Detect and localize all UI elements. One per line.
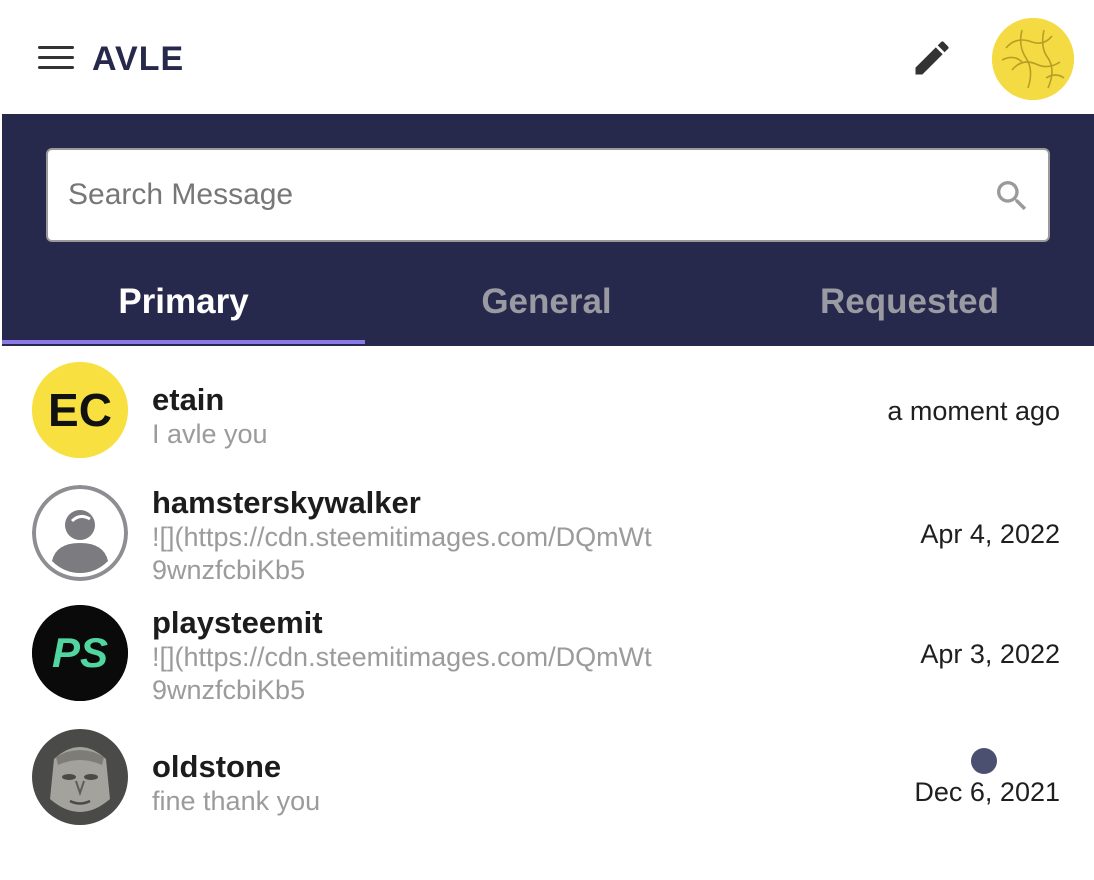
avatar: EC [32,362,128,458]
conversation-name: playsteemit [152,605,323,640]
app-header: AVLE [0,0,1094,114]
conversation-preview: I avle you [152,419,268,449]
profile-avatar[interactable] [992,18,1074,100]
svg-text:AVLE: AVLE [92,40,184,78]
conversation-time: Apr 4, 2022 [920,519,1060,549]
default-user-avatar-icon [32,485,128,581]
conversation-item[interactable]: hamsterskywalker ![](https://cdn.steemit… [0,485,1094,595]
conversation-preview: fine thank you [152,786,321,816]
svg-text:EC: EC [48,384,112,436]
conversation-time: a moment ago [887,396,1060,426]
search-input[interactable] [68,150,968,240]
conversation-item[interactable]: oldstone fine thank you Dec 6, 2021 [0,729,1094,839]
active-tab-indicator [2,340,365,344]
hamburger-menu-icon[interactable] [36,44,76,72]
tab-bar: Primary General Requested [2,274,1094,346]
search-box [46,148,1050,242]
conversation-preview: ![](https://cdn.steemitimages.com/DQmWt9… [152,522,652,585]
conversation-time: Dec 6, 2021 [914,777,1060,807]
conversation-name: oldstone [152,749,282,784]
conversation-name: hamsterskywalker [152,485,421,520]
avatar: PS [32,605,128,701]
search-icon[interactable] [992,176,1032,216]
conversation-time: Apr 3, 2022 [920,639,1060,669]
tab-general[interactable]: General [365,274,728,346]
conversation-item[interactable]: EC etain I avle you a moment ago [0,362,1094,472]
svg-text:PS: PS [52,629,108,676]
unread-indicator-icon [971,748,997,774]
conversation-name: etain [152,382,225,417]
search-tabs-band: Primary General Requested [2,114,1094,346]
avle-logo[interactable]: AVLE [92,38,192,78]
conversation-preview: ![](https://cdn.steemitimages.com/DQmWt9… [152,642,652,705]
pencil-icon[interactable] [908,36,956,80]
tab-primary[interactable]: Primary [2,274,365,346]
conversation-item[interactable]: PS playsteemit ![](https://cdn.steemitim… [0,605,1094,715]
tab-requested[interactable]: Requested [728,274,1091,346]
avatar [32,729,128,825]
